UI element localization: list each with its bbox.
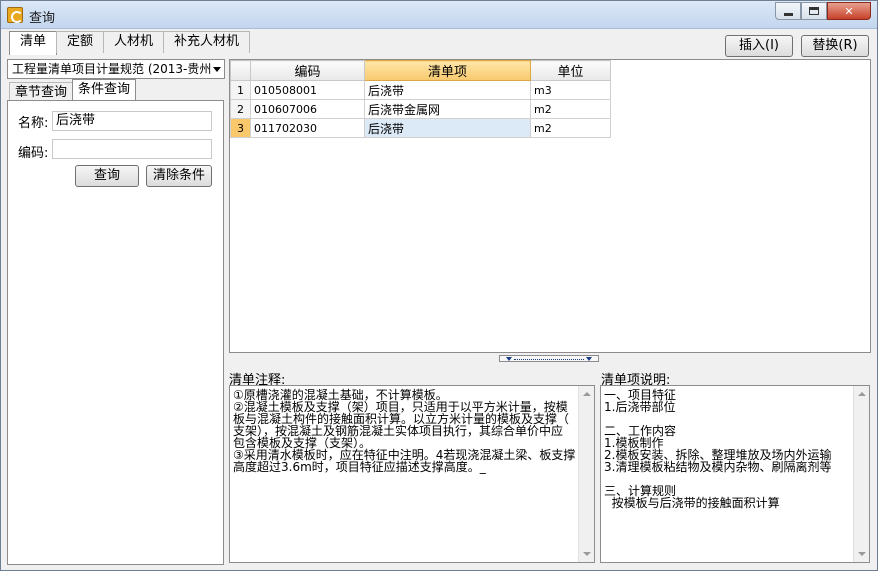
query-button[interactable]: 查询 <box>75 165 139 187</box>
description-text: 一、项目特征 1.后浇带部位 二、工作内容 1.模板制作 2.模板安装、拆除、整… <box>604 388 832 510</box>
maximize-button[interactable] <box>801 2 827 20</box>
table-row[interactable]: 1 010508001 后浇带 m3 <box>230 80 611 100</box>
description-scrollbar[interactable] <box>853 386 869 562</box>
cell-unit[interactable]: m2 <box>530 99 611 119</box>
name-input-value: 后浇带 <box>56 113 96 128</box>
name-input[interactable]: 后浇带 <box>52 111 212 131</box>
table-header-row: 编码 清单项 单位 <box>230 60 611 81</box>
close-button[interactable]: ✕ <box>827 2 871 20</box>
query-window: 查询 ✕ 清单 定额 人材机 补充人材机 插入(I) 替换(R) 工程量清单项目… <box>0 0 878 571</box>
minimize-icon <box>783 12 793 16</box>
splitter-dots <box>514 359 584 360</box>
column-header-unit[interactable]: 单位 <box>530 60 611 81</box>
cell-item[interactable]: 后浇带 <box>364 118 531 138</box>
maximize-icon <box>809 7 819 15</box>
close-icon: ✕ <box>844 4 854 18</box>
tab-labor-material-machine[interactable]: 人材机 <box>103 31 165 53</box>
top-tab-bar: 清单 定额 人材机 补充人材机 <box>9 31 251 55</box>
cell-code[interactable]: 011702030 <box>250 118 365 138</box>
cell-item[interactable]: 后浇带 <box>364 80 531 100</box>
column-header-item[interactable]: 清单项 <box>364 60 531 81</box>
code-input[interactable] <box>52 139 212 159</box>
tab-condition-query[interactable]: 条件查询 <box>72 79 137 101</box>
tab-quota[interactable]: 定额 <box>56 31 105 53</box>
row-number-header <box>230 60 251 81</box>
window-title: 查询 <box>29 11 56 26</box>
table-row[interactable]: 2 010607006 后浇带金属网 m2 <box>230 99 611 119</box>
condition-query-panel: 名称: 后浇带 编码: 查询 清除条件 <box>7 100 224 565</box>
row-number: 3 <box>230 118 251 138</box>
table-row-selected[interactable]: 3 011702030 后浇带 m2 <box>230 118 611 138</box>
column-header-code[interactable]: 编码 <box>250 60 365 81</box>
app-icon <box>7 7 23 23</box>
cell-code[interactable]: 010508001 <box>250 80 365 100</box>
notes-text: ①原槽浇灌的混凝土基础，不计算模板。 ②混凝土模板及支撑（架）项目，只适用于以平… <box>233 388 576 474</box>
result-grid: 编码 清单项 单位 1 010508001 后浇带 m3 2 010607006… <box>229 59 871 353</box>
scroll-down-icon <box>583 552 591 556</box>
tab-bill[interactable]: 清单 <box>9 31 58 55</box>
replace-button[interactable]: 替换(R) <box>801 35 869 57</box>
minimize-button[interactable] <box>775 2 801 20</box>
name-label: 名称: <box>18 116 49 131</box>
notes-textarea[interactable]: ①原槽浇灌的混凝土基础，不计算模板。 ②混凝土模板及支撑（架）项目，只适用于以平… <box>229 385 595 563</box>
cell-unit[interactable]: m2 <box>530 118 611 138</box>
row-number: 2 <box>230 99 251 119</box>
title-bar: 查询 ✕ <box>1 1 877 29</box>
cell-item[interactable]: 后浇带金属网 <box>364 99 531 119</box>
tab-supplementary-lmm[interactable]: 补充人材机 <box>163 31 251 53</box>
row-number: 1 <box>230 80 251 100</box>
description-textarea[interactable]: 一、项目特征 1.后浇带部位 二、工作内容 1.模板制作 2.模板安装、拆除、整… <box>600 385 870 563</box>
code-label: 编码: <box>18 146 49 161</box>
scroll-up-icon <box>858 392 866 396</box>
cell-code[interactable]: 010607006 <box>250 99 365 119</box>
result-table: 编码 清单项 单位 1 010508001 后浇带 m3 2 010607006… <box>230 60 611 138</box>
scroll-down-icon <box>858 552 866 556</box>
window-controls: ✕ <box>775 2 871 20</box>
chevron-down-icon <box>213 67 221 72</box>
splitter-handle[interactable] <box>499 355 599 362</box>
scroll-up-icon <box>583 392 591 396</box>
clear-conditions-button[interactable]: 清除条件 <box>146 165 212 187</box>
notes-scrollbar[interactable] <box>578 386 594 562</box>
spec-combobox-value: 工程量清单项目计量规范 (2013-贵州 <box>12 62 212 76</box>
cell-unit[interactable]: m3 <box>530 80 611 100</box>
insert-button[interactable]: 插入(I) <box>725 35 793 57</box>
spec-combobox[interactable]: 工程量清单项目计量规范 (2013-贵州 <box>7 59 225 79</box>
left-sub-tab-bar: 章节查询 条件查询 <box>9 79 137 103</box>
